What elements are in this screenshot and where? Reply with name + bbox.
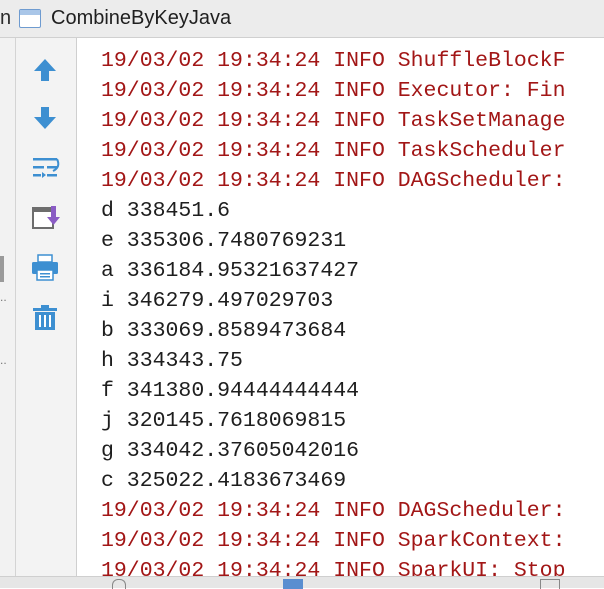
panel-edge-ellipsis: ..: [0, 290, 7, 304]
log-line: 19/03/02 19:34:24 INFO SparkUI: Stop: [101, 559, 566, 576]
scroll-to-end-icon: [32, 206, 60, 229]
trash-icon: [33, 305, 57, 330]
console-toolbar: [16, 38, 77, 576]
console-output[interactable]: 19/03/02 19:34:24 INFO ShuffleBlockF 19/…: [77, 38, 604, 576]
print-icon: [32, 254, 58, 281]
arrow-down-icon: [34, 107, 56, 129]
scroll-to-end-button[interactable]: [27, 200, 63, 236]
output-line: c 325022.4183673469: [101, 469, 347, 493]
log-line: 19/03/02 19:34:24 INFO ShuffleBlockF: [101, 49, 566, 73]
output-line: a 336184.95321637427: [101, 259, 360, 283]
project-panel-edge: .. ..: [0, 38, 16, 588]
panel-edge-ellipsis: ..: [0, 353, 7, 367]
output-line: f 341380.94444444444: [101, 379, 360, 403]
bottom-tool-strip: [0, 576, 604, 589]
output-line: d 338451.6: [101, 199, 231, 223]
previous-tab-fragment[interactable]: n: [0, 7, 11, 30]
log-line: 19/03/02 19:34:24 INFO TaskScheduler: [101, 139, 566, 163]
log-line: 19/03/02 19:34:24 INFO SparkContext:: [101, 529, 566, 553]
output-line: j 320145.7618069815: [101, 409, 347, 433]
run-tab-title[interactable]: CombineByKeyJava: [51, 7, 231, 30]
down-stack-frame-button[interactable]: [27, 100, 63, 136]
up-stack-frame-button[interactable]: [27, 52, 63, 88]
soft-wrap-icon: [33, 158, 60, 178]
arrow-up-icon: [34, 59, 56, 81]
log-line: 19/03/02 19:34:24 INFO TaskSetManage: [101, 109, 566, 133]
output-line: h 334343.75: [101, 349, 243, 373]
run-window-icon: [19, 9, 41, 28]
output-line: e 335306.7480769231: [101, 229, 347, 253]
print-button[interactable]: [27, 250, 63, 286]
log-line: 19/03/02 19:34:24 INFO DAGScheduler:: [101, 169, 566, 193]
log-line: 19/03/02 19:34:24 INFO Executor: Fin: [101, 79, 566, 103]
log-line: 19/03/02 19:34:24 INFO DAGScheduler:: [101, 499, 566, 523]
clear-console-button[interactable]: [27, 300, 63, 336]
output-line: g 334042.37605042016: [101, 439, 360, 463]
run-tab-bar: n CombineByKeyJava: [0, 0, 604, 38]
soft-wrap-button[interactable]: [27, 150, 63, 186]
panel-edge-marker: [0, 256, 4, 282]
output-line: b 333069.8589473684: [101, 319, 347, 343]
output-line: i 346279.497029703: [101, 289, 334, 313]
